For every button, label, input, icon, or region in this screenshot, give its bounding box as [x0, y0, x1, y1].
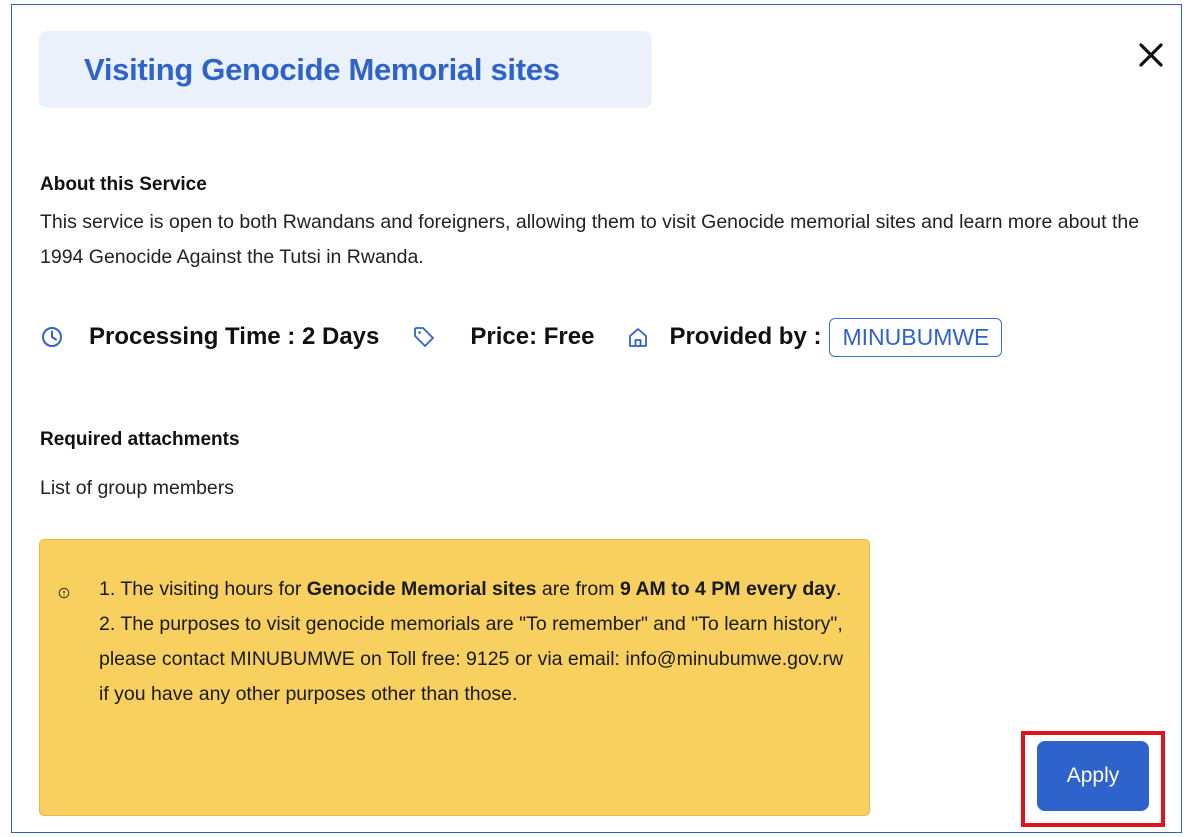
info-circle-icon	[58, 586, 70, 599]
apply-button[interactable]: Apply	[1037, 741, 1149, 811]
about-text: This service is open to both Rwandans an…	[40, 211, 1140, 268]
notice-hours: 9 AM to 4 PM every day	[619, 578, 836, 600]
notice-text: 1. The visiting hours for Genocide Memor…	[99, 572, 844, 712]
modal-title: Visiting Genocide Memorial sites	[84, 51, 560, 87]
notice-sites: Genocide Memorial sites	[306, 578, 537, 600]
attachments-heading: Required attachments	[40, 429, 240, 450]
provided-by-label: Provided by :	[669, 323, 822, 350]
close-icon[interactable]	[1135, 39, 1167, 71]
provider: Provided by : MINUBUMWE	[627, 317, 1003, 357]
notice-line1-suffix: .	[835, 578, 842, 600]
home-icon	[627, 326, 649, 348]
price: Price: Free	[413, 323, 594, 351]
provider-badge[interactable]: MINUBUMWE	[829, 317, 1003, 357]
price-text: Price: Free	[470, 323, 595, 350]
tag-icon	[413, 326, 435, 348]
processing-time-text: Processing Time : 2 Days	[89, 323, 380, 350]
service-modal: Visiting Genocide Memorial sites About t…	[11, 4, 1182, 833]
notice-line1-prefix: 1. The visiting hours for	[99, 578, 307, 600]
notice-box: 1. The visiting hours for Genocide Memor…	[39, 539, 870, 816]
notice-line2: 2. The purposes to visit genocide memori…	[99, 613, 844, 705]
clock-icon	[41, 326, 63, 348]
attachment-item: List of group members	[40, 477, 235, 499]
modal-title-box: Visiting Genocide Memorial sites	[39, 31, 652, 108]
service-meta-row: Processing Time : 2 Days Price: Free Pro…	[40, 317, 1003, 357]
about-heading: About this Service	[40, 174, 207, 195]
notice-line1-mid: are from	[536, 578, 620, 600]
processing-time: Processing Time : 2 Days	[40, 323, 379, 351]
